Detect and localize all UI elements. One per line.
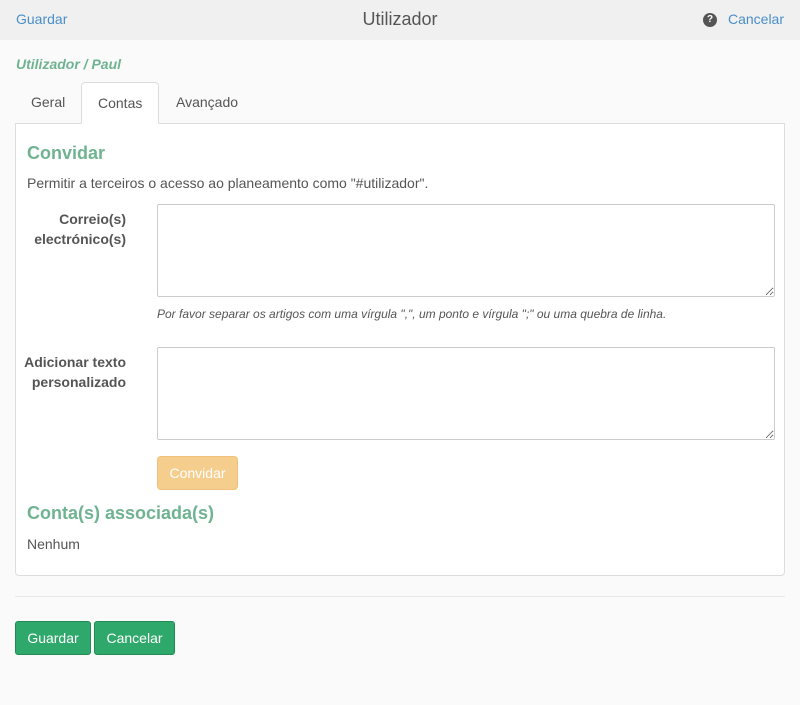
emails-help-text: Por favor separar os artigos com uma vír… [157, 307, 667, 321]
tab-contas[interactable]: Contas [81, 82, 160, 124]
accounts-panel: Convidar Permitir a terceiros o acesso a… [15, 123, 785, 576]
tab-avancado[interactable]: Avançado [160, 82, 254, 123]
custom-text-textarea[interactable] [157, 347, 775, 440]
invite-section-title: Convidar [27, 143, 106, 163]
emails-label: Correio(s) electrónico(s) [34, 211, 126, 247]
footer-divider [15, 596, 785, 597]
invite-button[interactable]: Convidar [157, 456, 238, 490]
emails-textarea[interactable] [157, 204, 775, 297]
custom-text-label: Adicionar texto personalizado [24, 354, 126, 390]
help-icon[interactable]: ? [703, 13, 717, 27]
main-content: Utilizador / Paul Geral Contas Avançado … [0, 40, 800, 705]
invite-intro-text: Permitir a terceiros o acesso ao planeam… [27, 175, 429, 191]
tab-geral[interactable]: Geral [15, 82, 81, 123]
cancel-button[interactable]: Cancelar [94, 621, 175, 655]
associated-accounts-empty: Nenhum [27, 536, 80, 552]
associated-accounts-title: Conta(s) associada(s) [27, 503, 215, 523]
save-button[interactable]: Guardar [15, 621, 91, 655]
page-title: Utilizador [362, 9, 438, 29]
breadcrumb: Utilizador / Paul [16, 56, 122, 72]
header-cancel-link[interactable]: Cancelar [728, 11, 784, 27]
top-bar: Guardar Utilizador ? Cancelar [0, 0, 800, 40]
tab-bar: Geral Contas Avançado [15, 82, 785, 124]
